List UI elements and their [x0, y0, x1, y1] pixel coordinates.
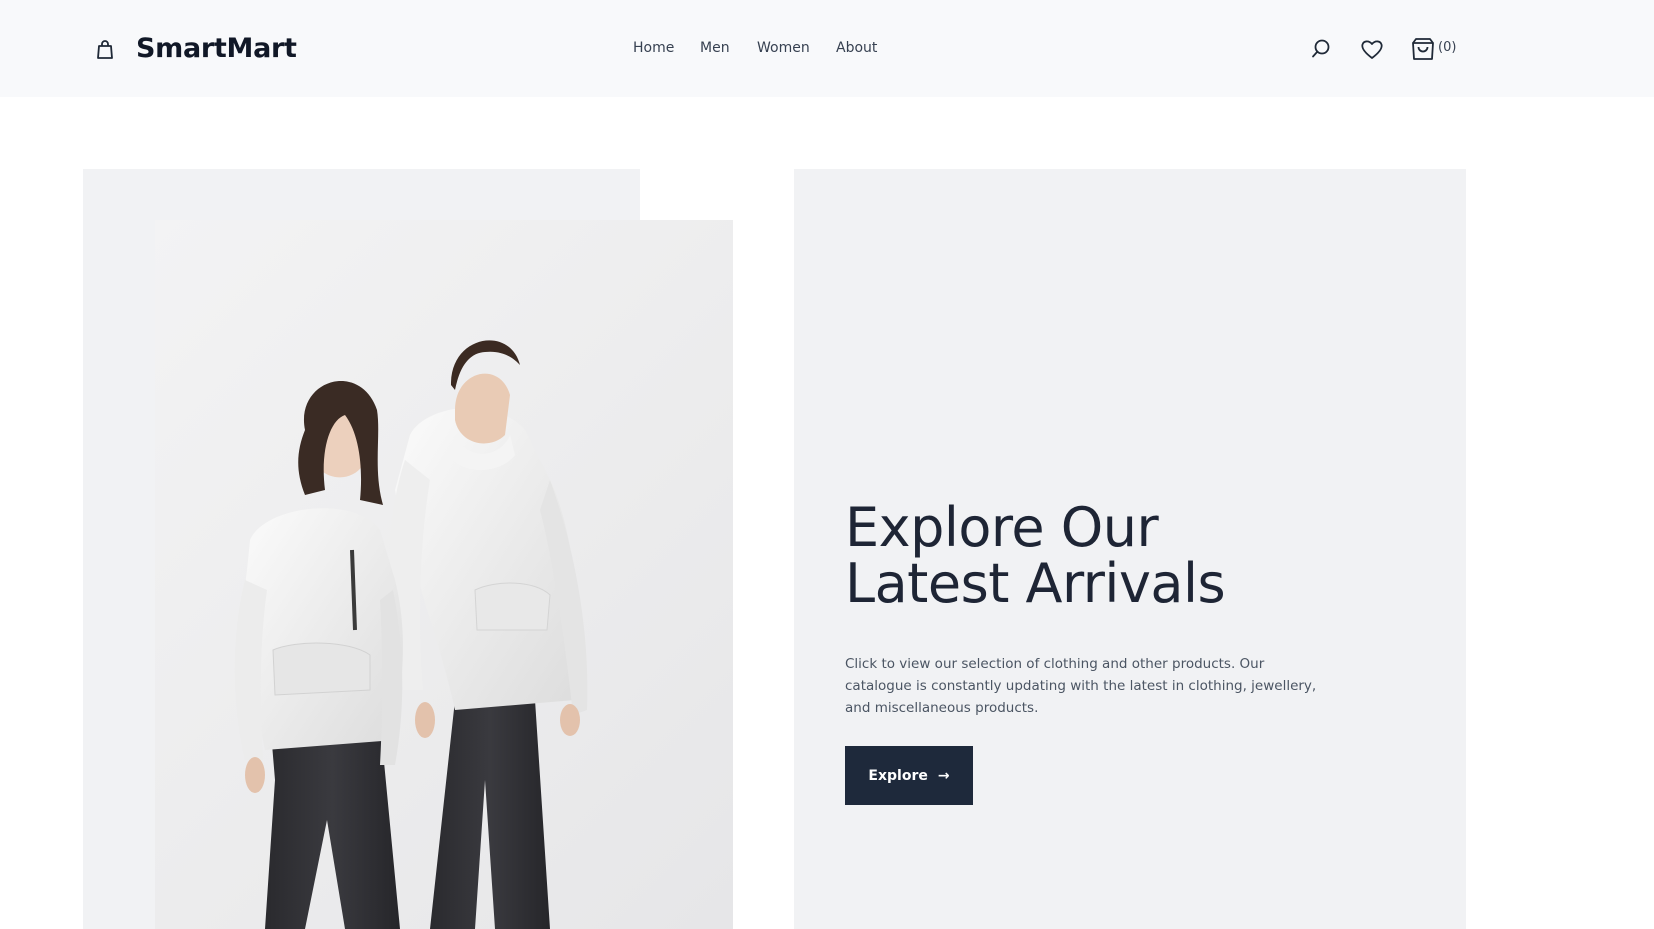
- nav-link-home[interactable]: Home: [633, 40, 674, 56]
- cart-count[interactable]: (0): [1438, 40, 1456, 55]
- nav-link-men[interactable]: Men: [700, 40, 730, 56]
- models-illustration: [234, 340, 588, 929]
- hero-title-line-1: Explore Our: [845, 496, 1159, 559]
- hero-image: [155, 220, 733, 929]
- site-header: SmartMart Home Men Women About (0): [0, 0, 1654, 97]
- nav-link-about[interactable]: About: [836, 40, 877, 56]
- hero-description: Click to view our selection of clothing …: [845, 656, 1317, 716]
- arrow-right-icon: →: [937, 767, 950, 784]
- explore-button-label: Explore: [868, 767, 928, 784]
- hero-title-line-2: Latest Arrivals: [845, 552, 1226, 615]
- shopping-bag-icon: [97, 40, 113, 59]
- brand-name[interactable]: SmartMart: [136, 33, 297, 64]
- nav-link-women[interactable]: Women: [757, 40, 810, 56]
- explore-button[interactable]: Explore →: [845, 746, 973, 805]
- search-icon[interactable]: [1310, 38, 1332, 60]
- cart-icon[interactable]: [1410, 36, 1436, 62]
- heart-icon[interactable]: [1360, 38, 1384, 60]
- hero-title: Explore Our Latest Arrivals: [845, 500, 1445, 612]
